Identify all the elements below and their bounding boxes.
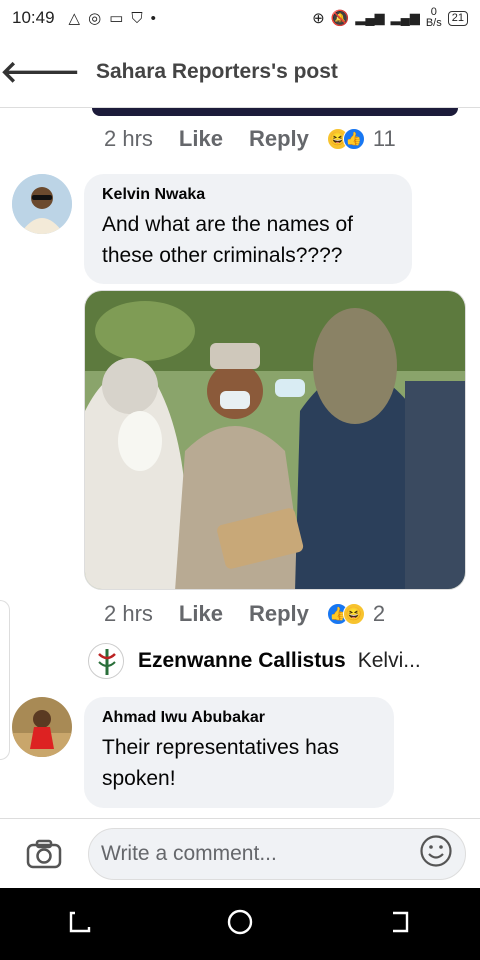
comment-actions: 2 hrs Like Reply 👍 😆 2 bbox=[104, 601, 385, 627]
comment-actions: 2 hrs Like Reply 😆 👍 11 bbox=[104, 126, 396, 152]
comment-input[interactable]: Write a comment... bbox=[88, 827, 466, 880]
reactions[interactable]: 😆 👍 bbox=[326, 128, 365, 150]
reply-avatar[interactable] bbox=[88, 643, 124, 679]
mute-icon: 🔕 bbox=[330, 10, 350, 27]
system-nav-bar bbox=[0, 888, 480, 960]
page-title: Sahara Reporters's post bbox=[96, 59, 338, 83]
comment-bubble: Kelvin Nwaka And what are the names of t… bbox=[84, 174, 412, 284]
message-icon: ▭ bbox=[109, 10, 124, 27]
reply-snippet: Kelvi... bbox=[357, 649, 421, 672]
comment-input-placeholder: Write a comment... bbox=[101, 841, 277, 865]
comment-author[interactable]: Ahmad Iwu Abubakar bbox=[102, 709, 376, 727]
emoji-icon[interactable] bbox=[419, 834, 453, 874]
dot-icon: • bbox=[150, 9, 156, 27]
back-arrow-icon[interactable]: 🡐 bbox=[0, 54, 80, 90]
comment-time: 2 hrs bbox=[104, 126, 153, 151]
reactions[interactable]: 👍 😆 bbox=[326, 603, 365, 625]
shield-icon: ⛉ bbox=[131, 9, 143, 27]
reply-button[interactable]: Reply bbox=[249, 126, 309, 152]
thread-line bbox=[0, 600, 10, 760]
whatsapp-icon: ◎ bbox=[88, 10, 102, 27]
comment-text: Their representatives has spoken! bbox=[102, 736, 339, 790]
reaction-count[interactable]: 2 bbox=[373, 601, 385, 627]
comment-bubble: Ahmad Iwu Abubakar Their representatives… bbox=[84, 697, 394, 808]
avatar[interactable] bbox=[12, 697, 72, 757]
comment-text: And what are the names of these other cr… bbox=[102, 213, 353, 267]
reply-preview[interactable]: Ezenwanne Callistus Kelvi... bbox=[88, 643, 468, 679]
net-speed: 0 B/s bbox=[425, 6, 442, 29]
back-icon[interactable] bbox=[387, 909, 413, 940]
comment-author[interactable]: Kelvin Nwaka bbox=[102, 186, 394, 204]
like-button[interactable]: Like bbox=[179, 126, 223, 152]
add-circle-icon: ⊕ bbox=[312, 10, 325, 27]
battery-icon: 21 bbox=[447, 10, 468, 26]
reply-author[interactable]: Ezenwanne Callistus bbox=[138, 649, 346, 673]
comment-time: 2 hrs bbox=[104, 601, 153, 626]
comment-photo[interactable] bbox=[84, 290, 466, 590]
status-time: 10:49 bbox=[12, 8, 55, 27]
signal-icon-2: ▂▄▆ bbox=[390, 10, 420, 25]
warning-icon: △ bbox=[68, 10, 81, 27]
signal-icon: ▂▄▆ bbox=[355, 10, 385, 25]
recents-icon[interactable] bbox=[67, 909, 93, 940]
avatar[interactable] bbox=[12, 174, 72, 234]
like-button[interactable]: Like bbox=[179, 601, 223, 627]
camera-icon[interactable] bbox=[0, 839, 88, 869]
header: 🡐 Sahara Reporters's post bbox=[0, 36, 480, 108]
reply-button[interactable]: Reply bbox=[249, 601, 309, 627]
previous-post-image-edge bbox=[92, 108, 458, 116]
home-icon[interactable] bbox=[226, 908, 254, 941]
comment-composer: Write a comment... bbox=[0, 818, 480, 888]
status-bar: 10:49 △ ◎ ▭ ⛉ • ⊕ 🔕 ▂▄▆ ▂▄▆ 0 B/s 21 bbox=[0, 0, 480, 36]
reaction-count[interactable]: 11 bbox=[373, 126, 396, 152]
haha-reaction-icon: 😆 bbox=[342, 603, 365, 625]
like-reaction-icon: 👍 bbox=[342, 128, 365, 150]
